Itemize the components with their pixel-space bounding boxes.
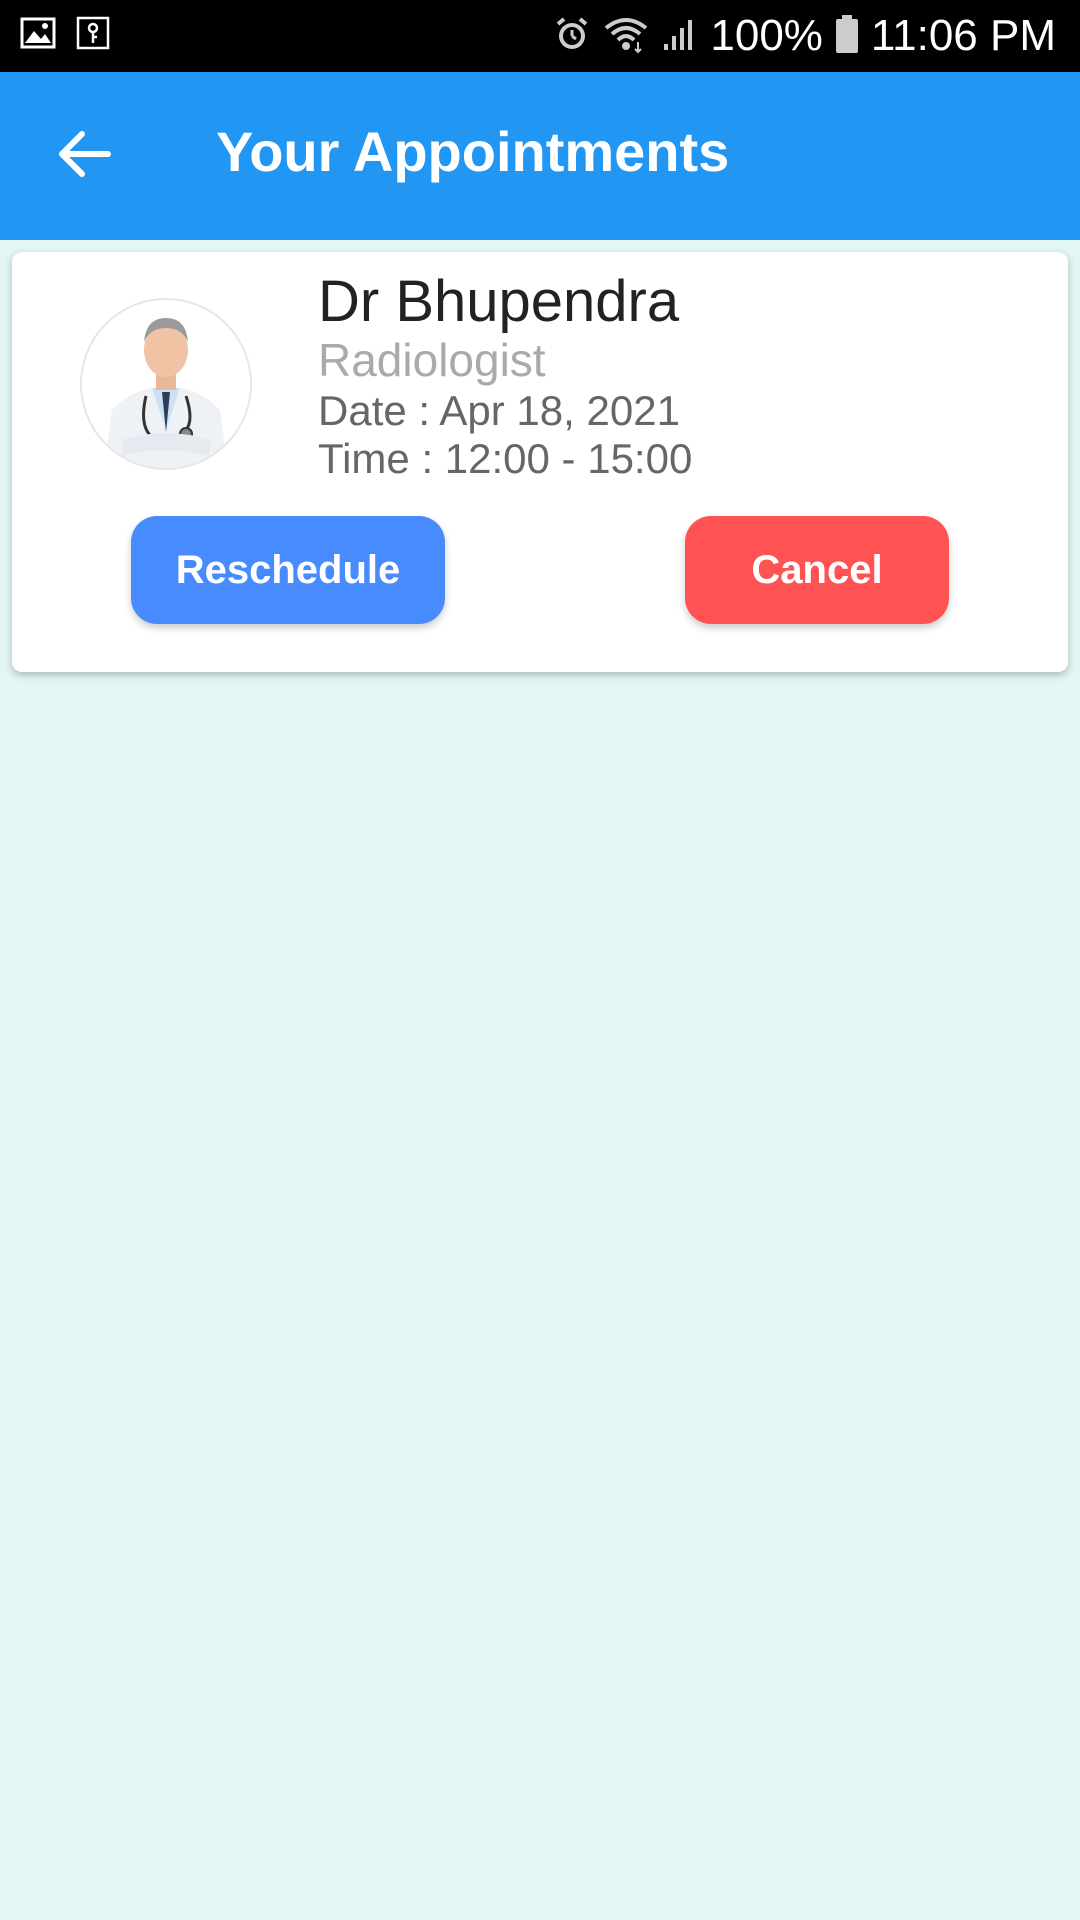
doctor-specialty: Radiologist	[318, 334, 546, 386]
battery-percent: 100%	[710, 11, 823, 60]
status-bar-right: 100% 11:06 PM	[552, 0, 1056, 72]
gallery-icon	[20, 17, 56, 54]
cancel-button[interactable]: Cancel	[685, 516, 949, 624]
appointment-card: Dr Bhupendra Radiologist Date : Apr 18, …	[12, 252, 1068, 672]
doctor-avatar	[80, 298, 252, 470]
reschedule-button[interactable]: Reschedule	[131, 516, 445, 624]
doctor-name: Dr Bhupendra	[318, 269, 680, 334]
battery-icon	[833, 13, 861, 60]
appointment-date: Date : Apr 18, 2021	[318, 387, 680, 434]
wifi-icon	[602, 14, 650, 59]
alarm-icon	[552, 14, 592, 59]
key-icon	[76, 16, 110, 55]
back-button[interactable]	[44, 126, 124, 186]
status-bar-left	[20, 16, 110, 55]
app-bar: Your Appointments	[0, 72, 1080, 240]
status-time: 11:06 PM	[870, 11, 1056, 60]
arrow-left-icon	[56, 130, 112, 183]
status-bar: 100% 11:06 PM	[0, 0, 1080, 72]
signal-icon	[660, 14, 700, 59]
page-title: Your Appointments	[216, 120, 730, 183]
appointment-time: Time : 12:00 - 15:00	[318, 435, 693, 482]
